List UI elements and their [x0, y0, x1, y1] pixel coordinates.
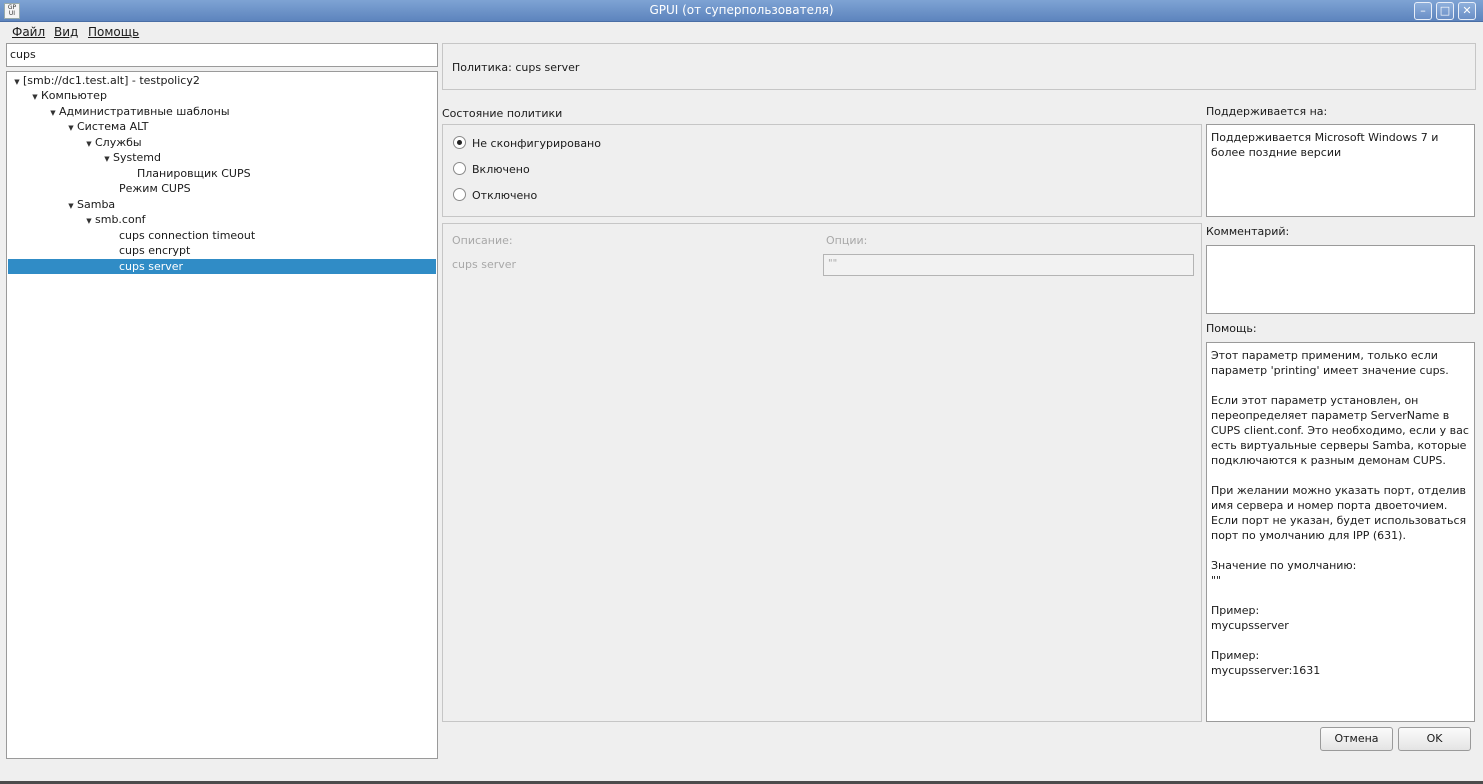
- tree-item-system-alt[interactable]: ▼ Система ALT: [8, 119, 436, 134]
- radio-disabled[interactable]: Отключено: [453, 188, 537, 204]
- tree-item-samba[interactable]: ▼ Samba: [8, 197, 436, 212]
- menu-view[interactable]: Вид: [54, 25, 78, 39]
- ok-button[interactable]: OK: [1398, 727, 1471, 751]
- options-panel: Описание: Опции: cups server "": [442, 223, 1202, 722]
- policy-tree[interactable]: ▼ [smb://dc1.test.alt] - testpolicy2 ▼ Ком…: [6, 71, 438, 759]
- maximize-button[interactable]: □: [1436, 2, 1454, 20]
- cancel-button[interactable]: Отмена: [1320, 727, 1393, 751]
- minimize-button[interactable]: –: [1414, 2, 1432, 20]
- search-input[interactable]: cups: [6, 43, 438, 67]
- state-group: Не сконфигурировано Включено Отключено: [442, 124, 1202, 217]
- title-bar[interactable]: GP UI GPUI (от суперпользователя) – □ ✕: [0, 0, 1483, 22]
- expand-arrow-icon[interactable]: ▼: [65, 121, 77, 136]
- radio-unchecked-icon[interactable]: [453, 162, 466, 175]
- close-button[interactable]: ✕: [1458, 2, 1476, 20]
- radio-checked-icon[interactable]: [453, 136, 466, 149]
- help-paragraph: Этот параметр применим, только если пара…: [1211, 349, 1449, 377]
- help-paragraph: Если этот параметр установлен, он переоп…: [1211, 394, 1469, 467]
- expand-arrow-icon[interactable]: ▼: [83, 214, 95, 229]
- tree-item-cups-encrypt[interactable]: cups encrypt: [8, 243, 436, 258]
- menu-help[interactable]: Помощь: [88, 25, 139, 39]
- supported-text: Поддерживается Microsoft Windows 7 и бол…: [1206, 124, 1475, 217]
- expand-arrow-icon[interactable]: ▼: [29, 90, 41, 105]
- tree-item-admin-templates[interactable]: ▼ Административные шаблоны: [8, 104, 436, 119]
- help-label: Помощь:: [1206, 322, 1257, 335]
- radio-unchecked-icon[interactable]: [453, 188, 466, 201]
- tree-item-computer[interactable]: ▼ Компьютер: [8, 88, 436, 103]
- help-text: Этот параметр применим, только если пара…: [1206, 342, 1475, 722]
- tree-item-cups-mode[interactable]: Режим CUPS: [8, 181, 436, 196]
- menu-file[interactable]: Файл: [12, 25, 45, 39]
- tree-item-services[interactable]: ▼ Службы: [8, 135, 436, 150]
- help-paragraph: При желании можно указать порт, отделив …: [1211, 484, 1467, 542]
- tree-item-smb-conf[interactable]: ▼ smb.conf: [8, 212, 436, 227]
- state-title: Состояние политики: [442, 107, 563, 120]
- description-header: Описание:: [452, 234, 513, 247]
- help-paragraph: Пример: mycupsserver: [1211, 604, 1289, 632]
- option-value-field[interactable]: "": [823, 254, 1194, 276]
- menu-bar: Файл Вид Помощь: [0, 22, 1483, 42]
- policy-header: Политика: cups server: [442, 43, 1476, 90]
- help-paragraph: Пример: mycupsserver:1631: [1211, 649, 1321, 677]
- help-paragraph: Значение по умолчанию: "": [1211, 559, 1357, 587]
- expand-arrow-icon[interactable]: ▼: [101, 152, 113, 167]
- tree-item-cups-scheduler[interactable]: Планировщик CUPS: [8, 166, 436, 181]
- tree-item-cups-connection-timeout[interactable]: cups connection timeout: [8, 228, 436, 243]
- option-label: cups server: [452, 258, 517, 271]
- tree-item-systemd[interactable]: ▼ Systemd: [8, 150, 436, 165]
- tree-item-root[interactable]: ▼ [smb://dc1.test.alt] - testpolicy2: [8, 73, 436, 88]
- policy-name: Политика: cups server: [452, 61, 580, 74]
- supported-label: Поддерживается на:: [1206, 105, 1328, 118]
- comment-field[interactable]: [1206, 245, 1475, 314]
- radio-enabled[interactable]: Включено: [453, 162, 530, 178]
- window-title: GPUI (от суперпользователя): [649, 3, 834, 17]
- options-header: Опции:: [826, 234, 868, 247]
- radio-not-configured[interactable]: Не сконфигурировано: [453, 136, 601, 152]
- tree-item-cups-server[interactable]: cups server: [8, 259, 436, 274]
- comment-label: Комментарий:: [1206, 225, 1290, 238]
